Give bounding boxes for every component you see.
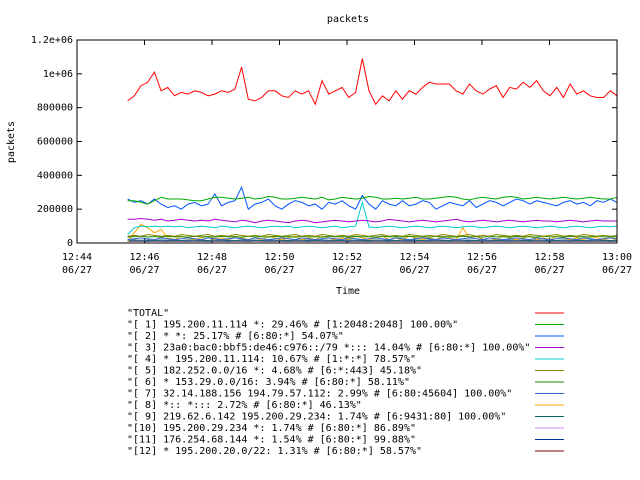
y-tick-label: 800000 [37, 103, 73, 114]
legend-label-10: "[10] 195.200.29.234 *: 1.74% # [6:80:*]… [127, 423, 416, 434]
x-tick-date-label: 06/27 [264, 265, 294, 276]
x-tick-date-label: 06/27 [602, 265, 632, 276]
legend-label-7: "[ 7] 32.14.188.156 194.79.57.112: 2.99%… [127, 389, 512, 400]
packets-line-chart: packets Time packets 0 200000 400000 600000… [0, 0, 640, 480]
x-tick-date-label: 06/27 [197, 265, 227, 276]
y-tick-label: 0 [67, 238, 73, 249]
legend-label-9: "[ 9] 219.62.6.142 195.200.29.234: 1.74%… [127, 412, 506, 423]
legend-label-4: "[ 4] * 195.200.11.114: 10.67% # [1:*:*]… [127, 354, 416, 365]
x-tick-date-label: 06/27 [332, 265, 362, 276]
x-tick-time-label: 12:52 [332, 252, 362, 263]
x-tick-date-label: 06/27 [534, 265, 564, 276]
legend-label-8: "[ 8] *:: *::: 2.72% # [6:80:*] 46.13%" [127, 400, 362, 411]
x-tick-time-label: 12:50 [264, 252, 294, 263]
legend-label-6: "[ 6] * 153.29.0.0/16: 3.94% # [6:80:*] … [127, 377, 410, 388]
series-line-9 [127, 239, 618, 242]
chart-title: packets [327, 14, 369, 25]
x-axis-label: Time [336, 286, 360, 297]
legend-label-1: "[ 1] 195.200.11.114 *: 29.46% # [1:2048… [127, 320, 458, 331]
legend-label-0: "TOTAL" [127, 308, 169, 319]
legend-label-12: "[12] * 195.200.20.0/22: 1.31% # [6:80:*… [127, 446, 422, 457]
legend-label-2: "[ 2] * *: 25.17% # [6:80:*] 54.07%" [127, 331, 344, 342]
x-tick-date-label: 06/27 [62, 265, 92, 276]
y-tick-label: 600000 [37, 137, 73, 148]
y-axis-label: packets [6, 121, 17, 163]
x-tick-date-label: 06/27 [467, 265, 497, 276]
y-tick-label: 400000 [37, 170, 73, 181]
legend-label-11: "[11] 176.254.68.144 *: 1.54% # [6:80:*]… [127, 435, 416, 446]
x-tick-time-label: 12:58 [534, 252, 564, 263]
x-tick-time-label: 12:44 [62, 252, 92, 263]
x-tick-date-label: 06/27 [129, 265, 159, 276]
x-tick-time-label: 12:54 [399, 252, 429, 263]
x-tick-date-label: 06/27 [399, 265, 429, 276]
legend-label-5: "[ 5] 182.252.0.0/16 *: 4.68% # [6:*:443… [127, 366, 422, 377]
x-tick-time-label: 12:56 [467, 252, 497, 263]
y-tick-label: 1.2e+06 [31, 35, 73, 46]
x-tick-time-label: 12:46 [129, 252, 159, 263]
x-tick-time-label: 13:00 [602, 252, 632, 263]
x-tick-time-label: 12:48 [197, 252, 227, 263]
y-tick-label: 1e+06 [43, 69, 73, 80]
y-tick-label: 200000 [37, 204, 73, 215]
legend-label-3: "[ 3] 23a0:bac0:bbf5:de46:c976::/79 *:::… [127, 343, 530, 354]
